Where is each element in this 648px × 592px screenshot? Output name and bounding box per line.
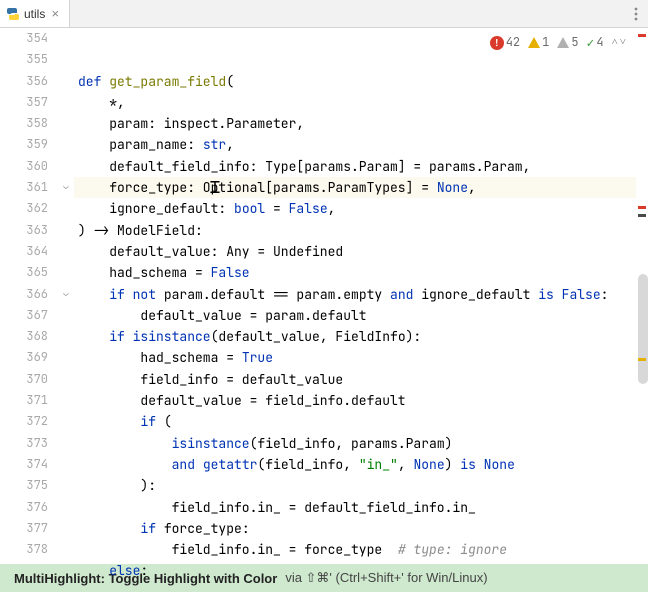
line-number: 368: [0, 326, 48, 347]
code-line[interactable]: if not param.default == param.empty and …: [74, 284, 636, 305]
error-stripe-mark[interactable]: [638, 206, 646, 209]
code-line[interactable]: field_info.in_ = default_field_info.in_: [74, 497, 636, 518]
line-number: 373: [0, 433, 48, 454]
weak-warning-icon: [557, 37, 569, 48]
code-line[interactable]: if force_type:: [74, 518, 636, 539]
inspection-next[interactable]: ˅: [620, 32, 626, 53]
warning-icon: [528, 37, 540, 48]
line-number: 376: [0, 497, 48, 518]
gutter: 3543553563573583593603613623633643653663…: [0, 28, 60, 592]
code-line[interactable]: ) -> ModelField:: [74, 220, 636, 241]
inspections-widget: ! 42 1 5 ✓ 4 ˄ ˅: [490, 32, 626, 53]
inspection-nav: ˄ ˅: [612, 32, 626, 53]
inspection-warning[interactable]: 1: [528, 32, 549, 53]
error-stripe-mark[interactable]: [638, 358, 646, 361]
line-number: 358: [0, 113, 48, 134]
tab-label: utils: [24, 7, 45, 21]
code-line[interactable]: param_name: str,: [74, 134, 636, 155]
tab-options-button[interactable]: [634, 0, 638, 27]
code-line[interactable]: had_schema = True: [74, 347, 636, 368]
line-number: 370: [0, 369, 48, 390]
code-line[interactable]: default_field_info: Type[params.Param] =…: [74, 156, 636, 177]
line-number: 378: [0, 539, 48, 560]
line-number: 366: [0, 284, 48, 305]
code-line[interactable]: def get_param_field(: [74, 71, 636, 92]
weak-warning-count: 5: [571, 32, 578, 53]
code-line[interactable]: and getattr(field_info, "in_", None) is …: [74, 454, 636, 475]
python-file-icon: [6, 7, 20, 21]
error-stripe-mark[interactable]: [638, 34, 646, 37]
line-number: 372: [0, 411, 48, 432]
error-stripe-mark[interactable]: [638, 214, 646, 217]
inspection-typo[interactable]: ✓ 4: [587, 32, 604, 53]
line-number: 362: [0, 198, 48, 219]
line-number: 361: [0, 177, 48, 198]
code-area[interactable]: def get_param_field( *, param: inspect.P…: [74, 28, 636, 592]
line-number: 365: [0, 262, 48, 283]
line-number: 375: [0, 475, 48, 496]
inspection-prev[interactable]: ˄: [612, 32, 618, 53]
fold-toggle[interactable]: ⌄: [60, 288, 72, 300]
scrollbar-thumb[interactable]: [638, 274, 648, 384]
tab-bar: utils ×: [0, 0, 648, 28]
code-line[interactable]: if isinstance(default_value, FieldInfo):: [74, 326, 636, 347]
line-number: 363: [0, 220, 48, 241]
line-number: 354: [0, 28, 48, 49]
code-line[interactable]: had_schema = False: [74, 262, 636, 283]
code-line[interactable]: default_value: Any = Undefined: [74, 241, 636, 262]
error-icon: !: [490, 36, 504, 50]
fold-strip: ⌄⌄: [60, 28, 74, 592]
line-number: 359: [0, 134, 48, 155]
line-number: 371: [0, 390, 48, 411]
close-icon[interactable]: ×: [49, 8, 61, 20]
code-line[interactable]: ):: [74, 475, 636, 496]
line-number: 357: [0, 92, 48, 113]
code-line[interactable]: default_value = param.default: [74, 305, 636, 326]
line-number: 360: [0, 156, 48, 177]
code-line[interactable]: [74, 582, 636, 592]
inspection-error[interactable]: ! 42: [490, 32, 520, 53]
line-number: 355: [0, 49, 48, 70]
typo-count: 4: [596, 32, 603, 53]
error-count: 42: [506, 32, 520, 53]
tab-utils[interactable]: utils ×: [0, 0, 70, 27]
code-line[interactable]: field_info = default_value: [74, 369, 636, 390]
code-line[interactable]: *,: [74, 92, 636, 113]
marker-strip[interactable]: [636, 28, 648, 592]
line-number: 367: [0, 305, 48, 326]
code-line[interactable]: field_info.in_ = force_type # type: igno…: [74, 539, 636, 560]
editor[interactable]: ! 42 1 5 ✓ 4 ˄ ˅ 35435535635735835936036…: [0, 28, 648, 592]
code-line[interactable]: if (: [74, 411, 636, 432]
code-line[interactable]: force_type: Optional[params.ParamTypes] …: [74, 177, 636, 198]
code-line[interactable]: ignore_default: bool = False,: [74, 198, 636, 219]
code-line[interactable]: else:: [74, 560, 636, 581]
line-number: 364: [0, 241, 48, 262]
ide-window: { "tab": { "filename": "utils", "close_g…: [0, 0, 648, 592]
line-number: 369: [0, 347, 48, 368]
line-number: 374: [0, 454, 48, 475]
fold-toggle[interactable]: ⌄: [60, 181, 72, 193]
line-number: 356: [0, 71, 48, 92]
line-number: 377: [0, 518, 48, 539]
code-line[interactable]: isinstance(field_info, params.Param): [74, 433, 636, 454]
warning-count: 1: [542, 32, 549, 53]
code-line[interactable]: param: inspect.Parameter,: [74, 113, 636, 134]
typo-icon: ✓: [587, 32, 595, 53]
code-line[interactable]: default_value = field_info.default: [74, 390, 636, 411]
inspection-weak-warning[interactable]: 5: [557, 32, 578, 53]
